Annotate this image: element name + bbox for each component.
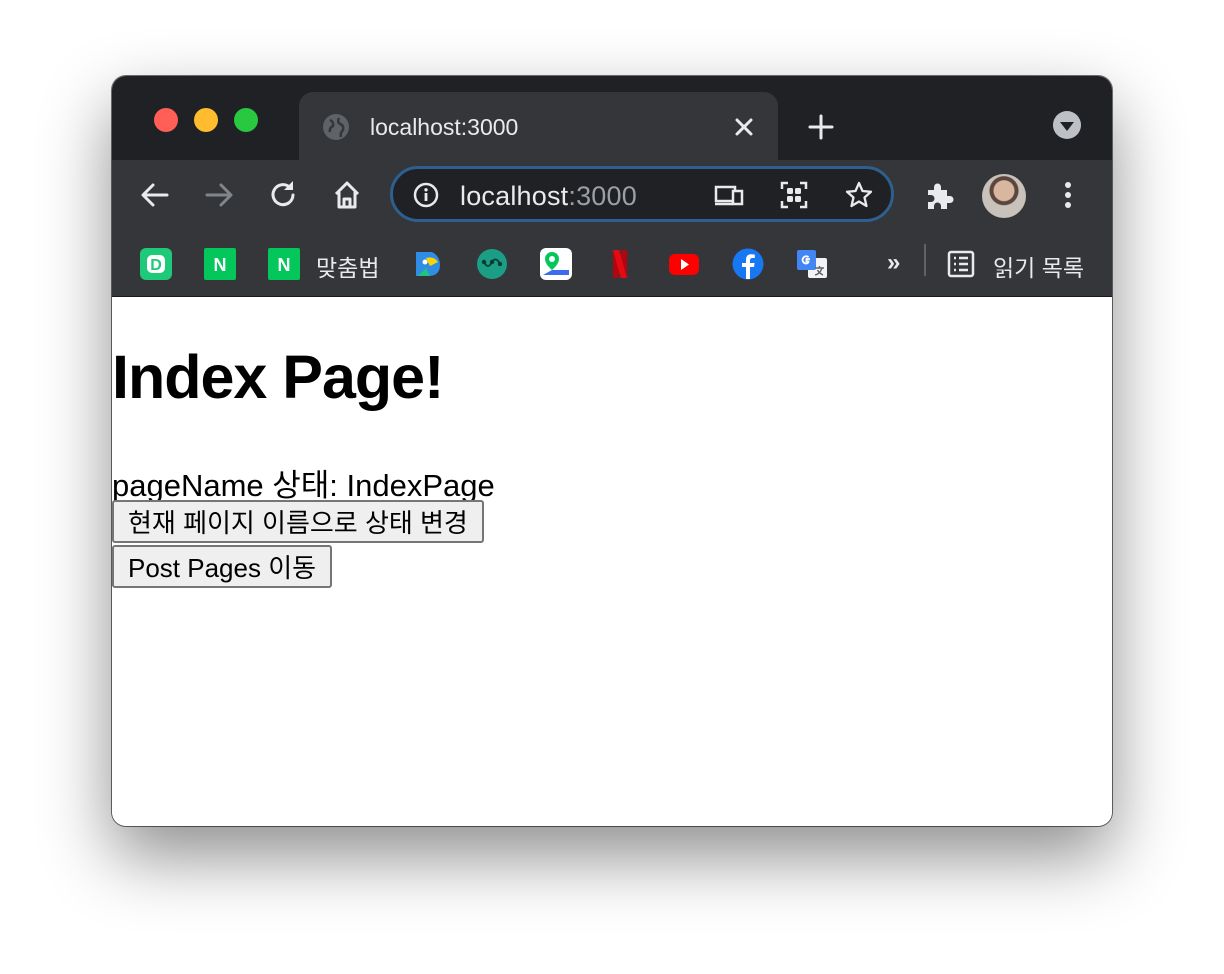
- toolbar: localhost:3000: [112, 160, 1112, 232]
- bookmark-d[interactable]: D: [140, 248, 172, 280]
- svg-text:D: D: [150, 257, 162, 274]
- tab-title: localhost:3000: [370, 114, 519, 140]
- git-graph-icon[interactable]: [476, 248, 508, 280]
- reading-list-icon[interactable]: [945, 248, 977, 280]
- post-pages-button[interactable]: Post Pages 이동: [112, 545, 333, 588]
- back-icon[interactable]: [138, 178, 172, 212]
- bookmark-star-icon[interactable]: [844, 180, 874, 210]
- zoom-window-button[interactable]: [234, 108, 258, 132]
- bookmark-label-spellcheck[interactable]: 맞춤법: [316, 249, 379, 283]
- facebook-icon[interactable]: [732, 248, 764, 280]
- naver-logo-icon: N: [214, 255, 227, 275]
- page-name-status: pageName 상태: IndexPage: [112, 468, 495, 503]
- home-icon[interactable]: [330, 178, 364, 212]
- change-state-button[interactable]: 현재 페이지 이름으로 상태 변경: [112, 500, 484, 543]
- d-logo-icon: D: [147, 255, 165, 274]
- cast-devices-icon[interactable]: [714, 180, 744, 210]
- naver-map-icon[interactable]: [540, 248, 572, 280]
- profile-avatar[interactable]: [982, 174, 1026, 218]
- browser-window: localhost:3000 localhost:3000 D N N 맞춤법 …: [112, 76, 1112, 826]
- extensions-icon[interactable]: [923, 178, 957, 212]
- site-info-icon[interactable]: [413, 182, 439, 208]
- more-menu-icon[interactable]: [1051, 178, 1085, 212]
- bookmarks-divider: [924, 244, 926, 276]
- minimize-window-button[interactable]: [194, 108, 218, 132]
- address-bar[interactable]: localhost:3000: [390, 166, 894, 222]
- reading-list-label[interactable]: 읽기 목록: [993, 249, 1084, 283]
- reload-icon[interactable]: [266, 178, 300, 212]
- svg-text:N: N: [214, 255, 227, 275]
- bookmark-naver-spellcheck[interactable]: N: [268, 248, 300, 280]
- page-title: Index Page!: [112, 343, 444, 411]
- netflix-icon[interactable]: [604, 248, 636, 280]
- tab-localhost[interactable]: localhost:3000: [299, 92, 778, 160]
- globe-icon: [323, 114, 349, 140]
- qr-code-icon[interactable]: [779, 180, 809, 210]
- new-tab-icon[interactable]: [806, 112, 836, 142]
- close-tab-icon[interactable]: [731, 114, 757, 140]
- url-text[interactable]: localhost:3000: [460, 181, 637, 212]
- naver-logo-icon: N: [278, 255, 291, 275]
- tab-strip: localhost:3000: [112, 76, 1112, 160]
- youtube-icon[interactable]: [668, 248, 700, 280]
- bookmarks-bar: D N N 맞춤법 » 읽기 목록: [112, 232, 1112, 297]
- google-translate-icon[interactable]: [796, 248, 828, 280]
- bird-app-icon[interactable]: [412, 248, 444, 280]
- close-window-button[interactable]: [154, 108, 178, 132]
- bookmark-naver[interactable]: N: [204, 248, 236, 280]
- more-bookmarks-chevron[interactable]: »: [887, 249, 900, 277]
- svg-text:N: N: [278, 255, 291, 275]
- page-content: Index Page! pageName 상태: IndexPage 현재 페이…: [112, 297, 1112, 826]
- tab-search-icon[interactable]: [1052, 110, 1082, 140]
- forward-icon[interactable]: [202, 178, 236, 212]
